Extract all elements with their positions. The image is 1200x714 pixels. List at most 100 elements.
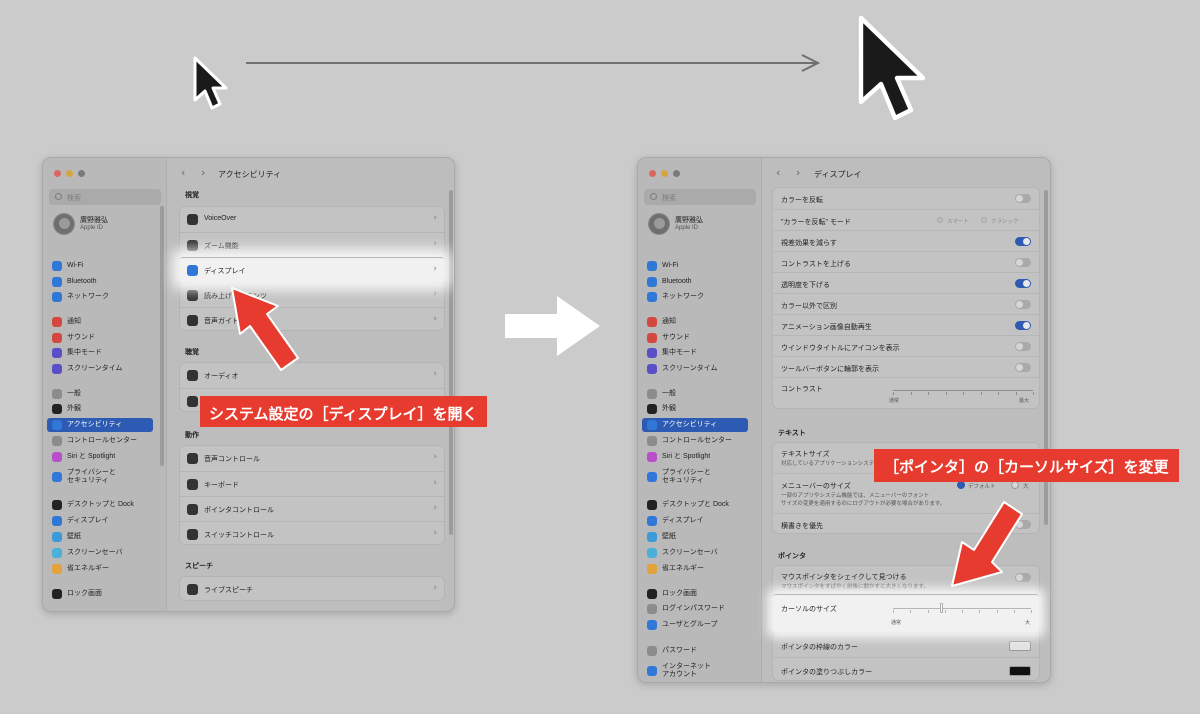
sidebar-item[interactable]: ディスプレイ [47, 514, 153, 528]
sidebar-item[interactable]: アクセシビリティ [47, 418, 153, 432]
forward-icon[interactable]: › [796, 167, 800, 178]
sidebar-item-label: アクセシビリティ [67, 421, 123, 428]
left-settings-window: 検索 廣野雅弘 Apple ID Wi-Fi Bluetooth ネットワーク 通知サ… [42, 157, 455, 612]
settings-row[interactable]: ポインタコントロール › [180, 496, 444, 521]
settings-row[interactable]: 音声ガイド › [180, 307, 444, 332]
option-toggle[interactable] [1015, 237, 1031, 246]
search-input[interactable]: 検索 [49, 189, 161, 205]
cursor-size-slider[interactable] [893, 608, 1031, 609]
settings-row[interactable]: 読み上げコンテンツ› [180, 282, 444, 307]
back-icon[interactable]: ‹ [181, 167, 185, 178]
sidebar-item[interactable]: 一般 [47, 387, 153, 401]
sidebar-item[interactable]: 集中モード [47, 346, 153, 360]
option-toggle[interactable] [1015, 194, 1031, 203]
display-icon [647, 516, 657, 526]
shake-label: マウスポインタをシェイクして見つける [781, 574, 907, 581]
sidebar-scrollbar[interactable] [160, 206, 164, 466]
back-icon[interactable]: ‹ [776, 167, 780, 178]
sidebar-item-label: コントロールセンター [662, 437, 732, 444]
option-toggle[interactable] [1015, 321, 1031, 330]
cursor-size-thumb[interactable] [940, 603, 944, 613]
sidebar-item[interactable]: Wi-Fi [47, 259, 153, 273]
sidebar-item[interactable]: デスクトップと Dock [642, 498, 748, 512]
callout-open-display: システム設定の［ディスプレイ］を開く [200, 396, 487, 427]
sidebar-item[interactable]: デスクトップと Dock [47, 498, 153, 512]
sidebar-item-label: ロック画面 [67, 590, 102, 597]
option-toggle[interactable] [1015, 258, 1031, 267]
sidebar-item[interactable]: コントロールセンター [642, 434, 748, 448]
settings-row[interactable]: ディスプレイ › [180, 257, 444, 282]
close-button[interactable] [649, 170, 656, 177]
sidebar-item[interactable]: 壁紙 [47, 530, 153, 544]
sidebar-item[interactable]: ロック画面 [47, 587, 153, 601]
minimize-button[interactable] [661, 170, 668, 177]
sidebar-item[interactable]: Siri と Spotlight [47, 450, 153, 464]
sidebar-item[interactable]: 通知 [642, 315, 748, 329]
sidebar-item[interactable]: スクリーンセーバ [642, 546, 748, 560]
captions-icon [187, 396, 198, 407]
settings-row[interactable]: キーボード › [180, 471, 444, 496]
radio-large[interactable] [1011, 481, 1019, 489]
search-placeholder: 検索 [67, 195, 81, 202]
sidebar-item[interactable]: 壁紙 [642, 530, 748, 544]
option-toggle[interactable] [1015, 300, 1031, 309]
sidebar-item[interactable]: Siri と Spotlight [642, 450, 748, 464]
option-toggle[interactable] [1015, 363, 1031, 372]
settings-row[interactable]: VoiceOver › [180, 207, 444, 232]
sidebar-item[interactable]: コントロールセンター [47, 434, 153, 448]
outline-color-well[interactable] [1009, 641, 1031, 651]
sidebar-item[interactable]: プライバシーと セキュリティ [47, 466, 153, 488]
sidebar-item[interactable]: スクリーンタイム [642, 362, 748, 376]
sidebar-item[interactable]: ログインパスワード [642, 602, 748, 616]
radio-button[interactable] [937, 217, 943, 223]
sidebar-item[interactable]: 一般 [642, 387, 748, 401]
minimize-button[interactable] [66, 170, 73, 177]
contrast-slider[interactable] [893, 390, 1033, 391]
zoom-button[interactable] [673, 170, 680, 177]
search-input[interactable]: 検索 [644, 189, 756, 205]
sidebar-item[interactable]: サウンド [642, 331, 748, 345]
settings-row[interactable]: 音声コントロール › [180, 446, 444, 471]
sidebar-item-label: サウンド [67, 334, 95, 341]
sidebar-item[interactable]: 外観 [47, 402, 153, 416]
sidebar-item[interactable]: 集中モード [642, 346, 748, 360]
sidebar-item[interactable]: Bluetooth [642, 275, 748, 289]
radio-default[interactable] [957, 481, 965, 489]
sidebar-item[interactable]: アクセシビリティ [642, 418, 748, 432]
chevron-right-icon: › [433, 314, 437, 324]
sidebar-item[interactable]: ロック画面 [642, 587, 748, 601]
sidebar-item[interactable]: パスワード [642, 644, 748, 658]
globe-icon [647, 292, 657, 302]
settings-row[interactable]: スイッチコントロール › [180, 521, 444, 546]
sidebar-item[interactable]: インターネット アカウント [642, 660, 748, 682]
forward-icon[interactable]: › [201, 167, 205, 178]
display-icon [187, 265, 198, 276]
option-toggle[interactable] [1015, 279, 1031, 288]
sidebar-item[interactable]: サウンド [47, 331, 153, 345]
sidebar-item[interactable]: スクリーンタイム [47, 362, 153, 376]
sidebar-item[interactable]: 外観 [642, 402, 748, 416]
sidebar-item[interactable]: Bluetooth [47, 275, 153, 289]
sidebar-item[interactable]: 省エネルギー [47, 562, 153, 576]
settings-row[interactable]: オーディオ › [180, 363, 444, 388]
main-scrollbar[interactable] [449, 190, 453, 535]
sidebar-item[interactable]: スクリーンセーバ [47, 546, 153, 560]
sidebar-item[interactable]: Wi-Fi [642, 259, 748, 273]
sidebar-item[interactable]: 省エネルギー [642, 562, 748, 576]
settings-row[interactable]: ライブスピーチ › [180, 577, 444, 602]
display-option-row: カラー以外で区別 [773, 293, 1039, 314]
sidebar-item[interactable]: ネットワーク [47, 290, 153, 304]
sidebar-item[interactable]: ユーザとグループ [642, 618, 748, 632]
radio-button[interactable] [981, 217, 987, 223]
settings-row[interactable]: ズーム機能 › [180, 232, 444, 257]
fill-color-well[interactable] [1009, 666, 1031, 676]
close-button[interactable] [54, 170, 61, 177]
sidebar-item[interactable]: 通知 [47, 315, 153, 329]
zoom-button[interactable] [78, 170, 85, 177]
sidebar-item[interactable]: プライバシーと セキュリティ [642, 466, 748, 488]
sidebar-item[interactable]: ネットワーク [642, 290, 748, 304]
option-toggle[interactable] [1015, 342, 1031, 351]
sidebar-item-label: デスクトップと Dock [67, 501, 134, 508]
display-option-label: 視差効果を減らす [781, 240, 837, 247]
sidebar-item[interactable]: ディスプレイ [642, 514, 748, 528]
